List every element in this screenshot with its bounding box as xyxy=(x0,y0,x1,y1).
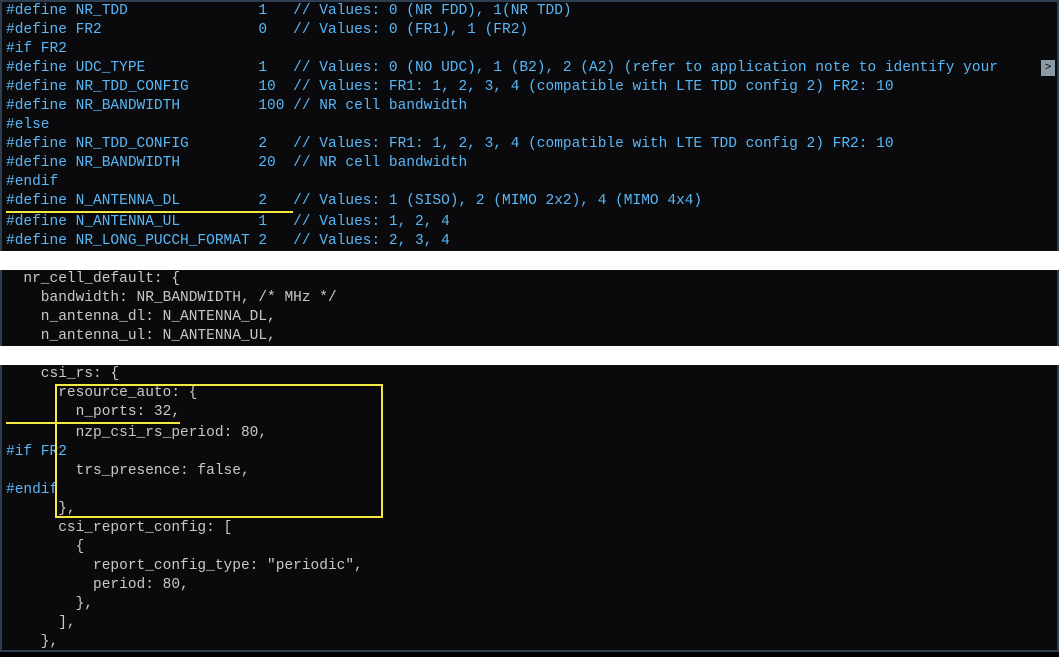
code-line: trs_presence: false, xyxy=(6,462,1053,481)
code-line: #define FR2 0 // Values: 0 (FR1), 1 (FR2… xyxy=(6,21,1053,40)
code-text: csi_report_config: [ { report_config_typ… xyxy=(6,519,1053,652)
code-line: #if FR2 xyxy=(6,40,1053,59)
highlight-nports: n_ports: 32, xyxy=(6,403,180,424)
code-line: n_ports: 32, xyxy=(6,403,1053,424)
code-line: #else xyxy=(6,116,1053,135)
code-line: #define NR_BANDWIDTH 100 // NR cell band… xyxy=(6,97,1053,116)
separator xyxy=(0,251,1059,270)
code-line: #define N_ANTENNA_UL 1 // Values: 1, 2, … xyxy=(6,213,1053,232)
code-line: #define N_ANTENNA_DL 2 // Values: 1 (SIS… xyxy=(6,192,1053,213)
code-line: #define NR_BANDWIDTH 20 // NR cell bandw… xyxy=(6,154,1053,173)
code-line: #define NR_TDD 1 // Values: 0 (NR FDD), … xyxy=(6,2,1053,21)
code-line: nzp_csi_rs_period: 80, xyxy=(6,424,1053,443)
code-line: }, xyxy=(6,500,1053,519)
code-text: nr_cell_default: { bandwidth: NR_BANDWID… xyxy=(6,270,1053,346)
code-line: resource_auto: { xyxy=(6,384,1053,403)
code-block-csirs: csi_rs: { resource_auto: { n_ports: 32, … xyxy=(0,365,1059,652)
code-block-nrcell: nr_cell_default: { bandwidth: NR_BANDWID… xyxy=(0,270,1059,346)
code-line: #define UDC_TYPE 1 // Values: 0 (NO UDC)… xyxy=(6,59,1053,78)
separator xyxy=(0,346,1059,365)
code-block-defines: > #define NR_TDD 1 // Values: 0 (NR FDD)… xyxy=(0,0,1059,251)
code-line: #endif xyxy=(6,173,1053,192)
code-line: csi_rs: { xyxy=(6,365,1053,384)
scroll-indicator[interactable]: > xyxy=(1041,60,1055,76)
code-line: #define NR_LONG_PUCCH_FORMAT 2 // Values… xyxy=(6,232,1053,251)
preproc-endif: #endif xyxy=(6,481,1053,500)
code-line: #define NR_TDD_CONFIG 2 // Values: FR1: … xyxy=(6,135,1053,154)
code-line: #define NR_TDD_CONFIG 10 // Values: FR1:… xyxy=(6,78,1053,97)
highlight-antenna-dl: #define N_ANTENNA_DL 2 xyxy=(6,192,293,213)
preproc-if: #if FR2 xyxy=(6,443,1053,462)
